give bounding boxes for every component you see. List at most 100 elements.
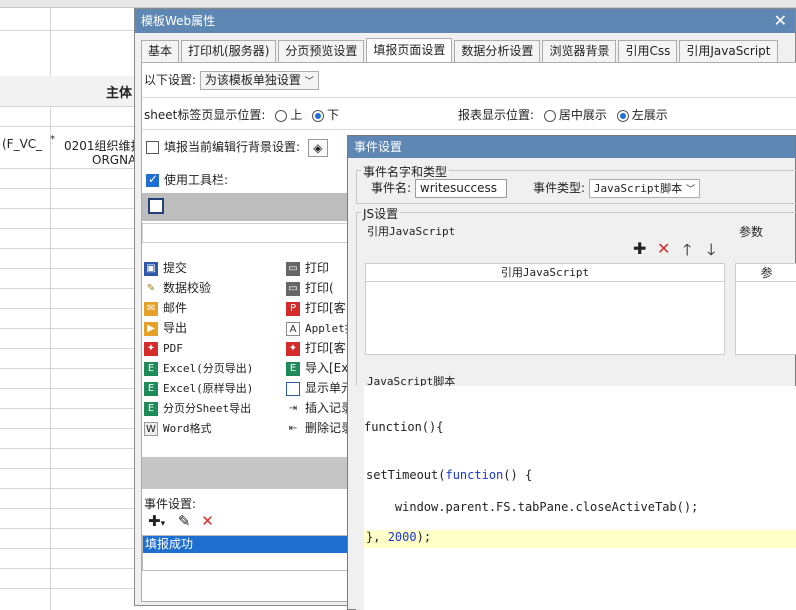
list-item[interactable]: ✦ 打印[客: [286, 338, 352, 358]
list-item-label: 打印(: [305, 281, 334, 295]
toolbar-preview: [142, 193, 352, 221]
use-toolbar-checkbox[interactable]: [146, 172, 159, 187]
list-item[interactable]: ▭ 打印: [286, 258, 352, 278]
delete-row-icon: ⇤: [288, 422, 298, 434]
radio-center-label: 居中展示: [558, 108, 607, 122]
list-item[interactable]: ✉ 邮件: [144, 298, 187, 318]
excel-import-icon: E: [286, 361, 300, 376]
list-item[interactable]: ✦ PDF: [144, 338, 183, 358]
arrow-up-icon[interactable]: 🡑: [683, 239, 691, 266]
add-icon[interactable]: ✚: [633, 239, 646, 258]
divider: [142, 97, 796, 98]
grid-line: [0, 228, 140, 229]
grid-line: [0, 126, 140, 127]
tab-ref-javascript[interactable]: 引用JavaScript: [679, 40, 778, 62]
ref-js-table: 引用JavaScript: [365, 263, 725, 355]
grid-line: [0, 528, 140, 529]
tab-browser-background[interactable]: 浏览器背景: [542, 40, 617, 62]
grid-line: [0, 168, 140, 169]
settings-select-value: 为该模板单独设置: [204, 73, 301, 87]
sheet-tab-position-row: sheet标签页显示位置: 上 下: [144, 106, 339, 123]
list-item-label: PDF: [163, 342, 183, 355]
list-item-label: Excel(分页导出): [163, 362, 254, 375]
grid-line: [0, 188, 140, 189]
code-line-1: function(){: [364, 420, 444, 434]
list-item[interactable]: W Word格式: [144, 418, 212, 438]
grid-line: [0, 508, 140, 509]
list-item[interactable]: P 打印[客: [286, 298, 352, 318]
tab-bar: 基本 打印机(服务器) 分页预览设置 填报页面设置 数据分析设置 浏览器背景 引…: [141, 38, 780, 62]
tab-basic[interactable]: 基本: [141, 40, 180, 62]
params-table: 参: [735, 263, 796, 355]
radio-left[interactable]: [616, 109, 629, 122]
add-icon[interactable]: ✚▾: [148, 512, 165, 530]
cell-icon: [286, 381, 300, 396]
grid-line: [0, 248, 140, 249]
list-item-label: 提交: [163, 261, 188, 275]
list-item[interactable]: ▭ 打印(: [286, 278, 352, 298]
list-item[interactable]: ✎ 数据校验: [144, 278, 211, 298]
list-item-label: 打印[客: [305, 301, 346, 315]
tab-printer[interactable]: 打印机(服务器): [181, 40, 277, 62]
list-item[interactable]: E Excel(原样导出): [144, 378, 253, 398]
list-item[interactable]: ⇥ 插入记录: [286, 398, 352, 418]
params-column-header[interactable]: 参: [736, 264, 796, 282]
excel-icon: E: [144, 361, 158, 376]
ref-js-column-header[interactable]: 引用JavaScript: [366, 264, 724, 282]
event-name-type-group: 事件名字和类型 事件名: writesuccess 事件类型: JavaScri…: [356, 163, 796, 204]
cell-value-2[interactable]: ORGNA: [92, 153, 136, 167]
tab-fill-page-settings[interactable]: 填报页面设置: [366, 38, 453, 62]
js-code-editor[interactable]: function(){ setTimeout(function() { wind…: [364, 386, 796, 610]
header-cell[interactable]: 主体: [106, 82, 132, 101]
radio-top[interactable]: [275, 109, 288, 122]
params-label: 参数: [739, 225, 764, 239]
tab-page-preview[interactable]: 分页预览设置: [278, 40, 365, 62]
report-position-label: 报表显示位置:: [458, 108, 535, 122]
event-name-row: 事件名: writesuccess: [371, 179, 507, 198]
bg-setting-row: 填报当前编辑行背景设置: ◈: [146, 138, 328, 157]
list-item[interactable]: E Excel(分页导出): [144, 358, 253, 378]
paint-bucket-icon[interactable]: ◈: [307, 138, 328, 157]
bg-setting-checkbox[interactable]: [146, 141, 159, 154]
list-item-label: 删除记录: [305, 421, 352, 435]
list-item-label: Applet打: [305, 322, 352, 335]
save-icon[interactable]: [148, 198, 164, 214]
delete-icon[interactable]: ✕: [201, 512, 214, 530]
list-item-label: 插入记录: [305, 401, 352, 415]
column-header-strip: [0, 0, 796, 8]
bg-setting-label: 填报当前编辑行背景设置:: [164, 140, 301, 154]
applet-icon: A: [286, 321, 300, 336]
cell-value[interactable]: 0201组织维护: [64, 137, 143, 154]
grid-line: [0, 268, 140, 269]
event-list-item-selected[interactable]: 填报成功: [143, 536, 351, 553]
event-dialog-title[interactable]: 事件设置: [348, 136, 795, 158]
edit-icon[interactable]: ✎: [178, 512, 191, 530]
dialog-titlebar[interactable]: 模板Web属性 ✕: [135, 9, 795, 33]
settings-select[interactable]: 为该模板单独设置 ﹀: [199, 71, 319, 90]
list-item-label: 导出: [163, 321, 188, 335]
list-item[interactable]: E 导入[Ex: [286, 358, 352, 378]
event-list: 填报成功: [142, 535, 352, 571]
grid-line: [0, 568, 140, 569]
list-item[interactable]: A Applet打: [286, 318, 352, 338]
event-name-input[interactable]: writesuccess: [414, 179, 507, 198]
list-item[interactable]: E 分页分Sheet导出: [144, 398, 251, 418]
list-item[interactable]: 显示单元: [286, 378, 352, 398]
arrow-down-icon[interactable]: 🡓: [707, 239, 715, 266]
event-type-select[interactable]: JavaScript脚本 ﹀: [588, 179, 700, 198]
radio-top-label: 上: [290, 108, 303, 122]
editor-gutter: [356, 386, 364, 610]
tab-data-analysis[interactable]: 数据分析设置: [454, 40, 541, 62]
list-item[interactable]: ▶ 导出: [144, 318, 187, 338]
list-item[interactable]: ▣ 提交: [144, 258, 187, 278]
insert-row-icon: ⇥: [288, 402, 298, 414]
radio-center[interactable]: [543, 109, 556, 122]
delete-icon[interactable]: ✕: [657, 239, 670, 258]
cell-field[interactable]: (F_VC_: [2, 137, 42, 151]
tab-ref-css[interactable]: 引用Css: [618, 40, 678, 62]
grid-line: [0, 288, 140, 289]
list-item[interactable]: ⇤ 删除记录: [286, 418, 352, 438]
close-icon[interactable]: ✕: [774, 9, 787, 33]
radio-bottom[interactable]: [312, 109, 325, 122]
toolbar-row: 使用工具栏:: [146, 171, 228, 188]
